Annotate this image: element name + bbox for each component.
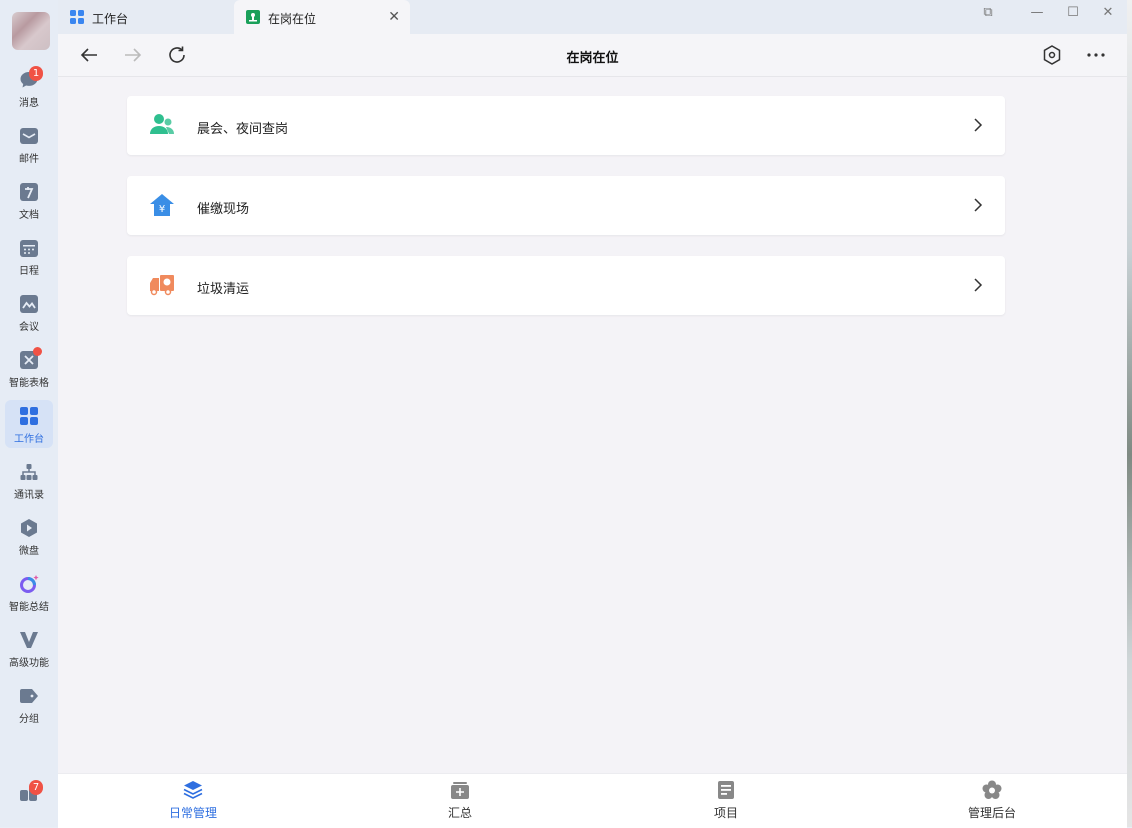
sidebar-item-label: 消息: [19, 98, 39, 109]
notification-dot: [33, 347, 42, 356]
sidebar-item-advanced[interactable]: 高级功能: [5, 624, 53, 672]
unread-badge: 1: [29, 66, 43, 81]
sidebar-item-label: 分组: [19, 714, 39, 725]
summary-box-icon: [451, 782, 469, 799]
truck-icon: [150, 275, 174, 296]
sidebar-item-contacts[interactable]: 通讯录: [5, 456, 53, 504]
bottom-nav-label: 项目: [713, 806, 738, 820]
app-green-icon: [246, 10, 260, 24]
bottom-nav-label: 管理后台: [967, 806, 1016, 820]
card-label: 晨会、夜间查岗: [197, 122, 289, 137]
sidebar-item-label: 日程: [19, 266, 39, 277]
svg-text:¥: ¥: [159, 204, 165, 215]
tab-label: 在岗在位: [268, 12, 317, 26]
drive-icon: [21, 519, 37, 537]
card-payment-collection[interactable]: ¥ 催缴现场: [127, 176, 1005, 235]
page-toolbar: 在岗在位: [58, 34, 1127, 77]
card-label: 催缴现场: [197, 202, 250, 217]
close-window-button[interactable]: ✕: [1093, 2, 1123, 24]
advanced-v-icon: [20, 632, 38, 648]
sidebar-item-drive[interactable]: 微盘: [5, 512, 53, 560]
bottom-nav-label: 日常管理: [168, 806, 217, 820]
sidebar-item-label: 文档: [19, 210, 39, 221]
sidebar-item-mail[interactable]: 邮件: [5, 120, 53, 168]
yuan-house-icon: ¥: [150, 194, 174, 216]
sidebar-item-messages[interactable]: 1 消息: [5, 64, 53, 112]
app-window: 1 消息 邮件 文档 日程 会议 智能表格 工作台 通讯录 微盘 智能总结 高级…: [0, 0, 1127, 828]
sidebar-bottom-app[interactable]: 7: [5, 776, 53, 824]
workbench-grid-icon: [20, 407, 38, 425]
settings-flower-icon: [982, 780, 1002, 799]
document-icon: [20, 183, 38, 201]
page-title: 在岗在位: [566, 51, 619, 66]
mail-icon: [20, 128, 38, 144]
calendar-icon: [20, 240, 38, 257]
bottom-nav-admin[interactable]: 管理后台: [932, 774, 1052, 828]
sidebar-item-label: 智能表格: [9, 378, 49, 389]
hexagon-settings-icon[interactable]: [1040, 43, 1064, 67]
close-icon[interactable]: ✕: [388, 9, 400, 25]
sidebar-item-docs[interactable]: 文档: [5, 176, 53, 224]
bottom-nav-summary[interactable]: 汇总: [400, 774, 520, 828]
card-morning-night-check[interactable]: 晨会、夜间查岗: [127, 96, 1005, 155]
workbench-grid-icon: [70, 10, 84, 24]
bottom-nav-daily[interactable]: 日常管理: [133, 774, 253, 828]
sidebar-item-label: 智能总结: [9, 602, 49, 613]
sidebar-item-smart-table[interactable]: 智能表格: [5, 344, 53, 392]
ai-summary-icon: [20, 575, 39, 593]
sidebar-item-meeting[interactable]: 会议: [5, 288, 53, 336]
contacts-tree-icon: [20, 464, 38, 480]
bottom-nav-label: 汇总: [447, 806, 472, 820]
users-icon: [150, 114, 174, 134]
card-garbage-removal[interactable]: 垃圾清运: [127, 256, 1005, 315]
tab-label: 工作台: [92, 12, 129, 26]
tab-on-duty[interactable]: 在岗在位 ✕: [234, 0, 410, 34]
sidebar-item-label: 邮件: [19, 154, 39, 165]
layers-icon: [183, 781, 203, 799]
sidebar-item-label: 高级功能: [9, 658, 49, 669]
bottom-nav: 日常管理 汇总 项目 管理后台: [58, 773, 1127, 828]
minimize-button[interactable]: —: [1022, 2, 1052, 24]
sidebar-item-calendar[interactable]: 日程: [5, 232, 53, 280]
sidebar-item-ai-summary[interactable]: 智能总结: [5, 568, 53, 616]
more-icon[interactable]: [1084, 43, 1108, 67]
tag-icon: [20, 689, 38, 703]
main-content: 晨会、夜间查岗 ¥ 催缴现场 垃圾清运: [58, 77, 1127, 773]
chevron-right-icon: [974, 118, 983, 132]
project-list-icon: [718, 781, 734, 799]
sidebar: 1 消息 邮件 文档 日程 会议 智能表格 工作台 通讯录 微盘 智能总结 高级…: [0, 0, 58, 827]
desktop-background-strip: [1127, 0, 1132, 827]
bottom-nav-project[interactable]: 项目: [666, 774, 786, 828]
chevron-right-icon: [974, 198, 983, 212]
sidebar-item-group[interactable]: 分组: [5, 680, 53, 728]
maximize-button[interactable]: ☐: [1058, 2, 1088, 24]
chevron-right-icon: [974, 278, 983, 292]
sidebar-item-label: 会议: [19, 322, 39, 333]
tab-bar: 工作台 在岗在位 ✕ ⧉ — ☐ ✕: [58, 0, 1127, 34]
sidebar-item-workbench[interactable]: 工作台: [5, 400, 53, 448]
card-label: 垃圾清运: [197, 282, 250, 297]
tab-workbench[interactable]: 工作台: [58, 0, 234, 34]
sidebar-item-label: 通讯录: [14, 490, 44, 501]
notification-badge: 7: [29, 780, 43, 795]
sidebar-item-label: 微盘: [19, 546, 39, 557]
sidebar-item-label: 工作台: [14, 434, 44, 445]
restore-popout-icon[interactable]: ⧉: [973, 2, 1003, 24]
avatar[interactable]: [12, 12, 50, 50]
meeting-icon: [20, 295, 38, 313]
